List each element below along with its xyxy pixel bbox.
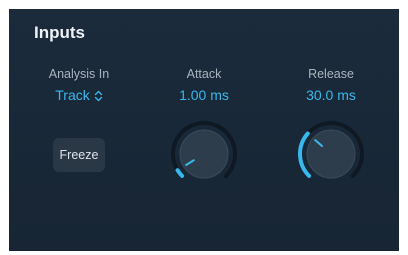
release-knob[interactable]	[296, 119, 366, 189]
analysis-in-control: Analysis In Track	[24, 67, 134, 104]
analysis-in-label: Analysis In	[48, 67, 110, 81]
knob-value-arc	[175, 168, 185, 178]
attack-value[interactable]: 1.00 ms	[149, 87, 259, 104]
knob-body	[179, 129, 229, 179]
freeze-button[interactable]: Freeze	[53, 138, 105, 172]
attack-label: Attack	[186, 67, 222, 81]
inputs-panel: Inputs Analysis In Track Freeze Attack 1…	[9, 9, 399, 251]
release-control: Release 30.0 ms	[276, 67, 386, 104]
attack-knob[interactable]	[169, 119, 239, 189]
release-label: Release	[308, 67, 354, 81]
analysis-in-select[interactable]: Track	[55, 87, 102, 104]
release-value[interactable]: 30.0 ms	[276, 87, 386, 104]
attack-control: Attack 1.00 ms	[149, 67, 259, 104]
section-title: Inputs	[34, 23, 85, 42]
knob-body	[306, 129, 356, 179]
up-down-chevron-icon	[94, 90, 102, 101]
analysis-in-value: Track	[55, 87, 90, 103]
